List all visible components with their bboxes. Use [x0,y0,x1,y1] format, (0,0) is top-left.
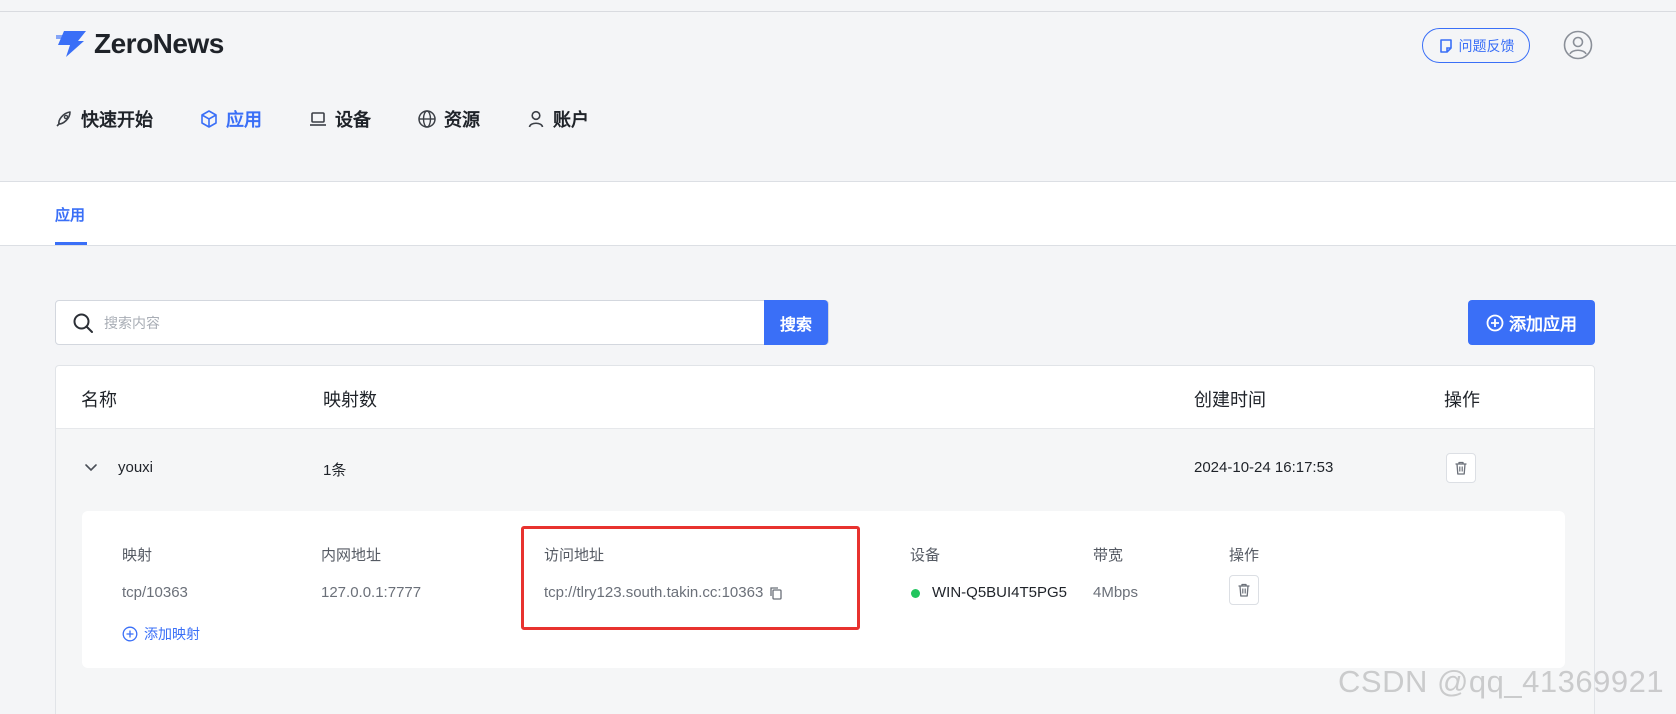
add-mapping-label: 添加映射 [144,626,200,642]
delete-app-button[interactable] [1446,453,1476,483]
mapping-header-device: 设备 [910,547,941,564]
device-name[interactable]: WIN-Q5BUI4T5PG5 [932,584,1067,601]
column-header-actions: 操作 [1444,390,1480,410]
trash-icon [1238,583,1250,597]
tab-active-indicator [55,242,87,245]
cube-icon [201,110,217,128]
mapping-protocol-port: tcp/10363 [122,584,188,601]
delete-mapping-button[interactable] [1229,575,1259,605]
search-icon [73,313,93,333]
add-app-button[interactable]: 添加应用 [1468,300,1595,345]
plus-circle-icon [1486,314,1504,331]
nav-label: 账户 [553,110,589,130]
mapping-header-actions: 操作 [1229,547,1260,564]
globe-icon [418,110,436,128]
watermark: CSDN @qq_41369921 [1338,664,1665,699]
sub-tab-bar: 应用 [0,181,1676,246]
nav-item-quick-start[interactable]: 快速开始 [54,106,153,132]
zeronews-logo-icon [56,31,86,57]
device-cell: WIN-Q5BUI4T5PG5 [911,584,1067,601]
created-at: 2024-10-24 16:17:53 [1194,459,1334,476]
column-header-created-at: 创建时间 [1194,390,1266,410]
nav-label: 设备 [335,110,371,130]
note-icon [1439,38,1452,53]
trash-icon [1455,461,1467,475]
nav-item-account[interactable]: 账户 [526,106,589,132]
laptop-icon [310,112,326,126]
internal-address: 127.0.0.1:7777 [321,584,422,601]
column-header-mapping-count: 映射数 [323,390,377,410]
rocket-icon [56,111,71,127]
brand-logo[interactable]: ZeroNews [54,28,224,60]
top-divider [0,11,1676,12]
online-status-dot [911,589,920,598]
user-avatar-icon[interactable] [1563,30,1593,60]
user-icon [528,110,544,128]
app-name: youxi [118,459,154,476]
nav-item-apps[interactable]: 应用 [199,106,262,132]
highlight-box [521,526,860,630]
chevron-down-icon[interactable] [83,459,99,475]
feedback-label: 问题反馈 [1458,37,1515,54]
tab-apps[interactable]: 应用 [55,204,85,225]
nav-label: 资源 [444,110,480,130]
column-header-name: 名称 [81,390,117,410]
nav-label: 应用 [226,110,262,130]
table-header: 名称 映射数 创建时间 操作 [56,366,1594,429]
feedback-button[interactable]: 问题反馈 [1422,28,1530,63]
mapping-header-mapping: 映射 [122,547,153,564]
add-mapping-link[interactable]: 添加映射 [122,624,200,644]
search-bar: 搜索 [55,300,829,345]
plus-circle-icon [122,626,138,642]
search-input[interactable] [104,314,704,331]
bandwidth: 4Mbps [1093,584,1139,601]
main-nav: 快速开始 应用 设备 资源 账户 [54,106,635,132]
search-button[interactable]: 搜索 [764,300,828,345]
nav-label: 快速开始 [81,110,153,130]
nav-item-resources[interactable]: 资源 [417,106,480,132]
mapping-header-internal: 内网地址 [321,547,382,564]
mapping-header-bandwidth: 带宽 [1093,547,1124,564]
brand-name: ZeroNews [94,28,224,59]
add-app-label: 添加应用 [1509,315,1577,334]
mapping-count: 1条 [323,462,347,479]
nav-item-devices[interactable]: 设备 [308,106,371,132]
